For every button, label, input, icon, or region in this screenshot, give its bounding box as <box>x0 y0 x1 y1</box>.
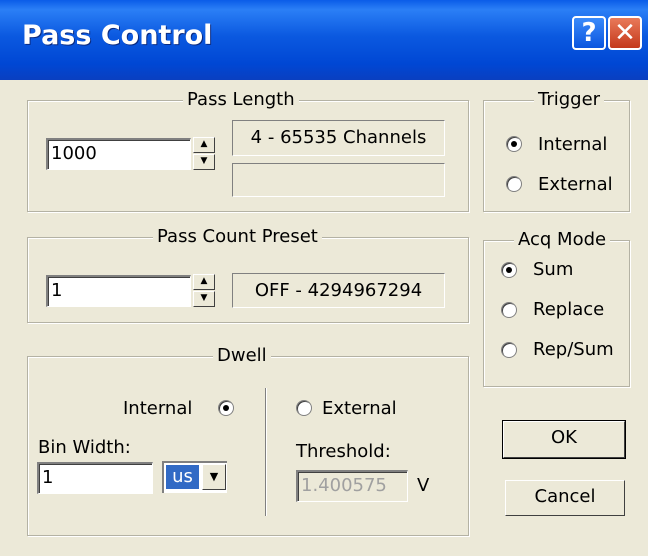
threshold-unit: V <box>417 475 430 496</box>
spin-up-icon[interactable]: ▲ <box>193 137 215 153</box>
acq-replace-radio[interactable] <box>501 302 517 318</box>
bin-width-unit-select[interactable]: us ▼ <box>162 461 227 493</box>
pass-length-input[interactable]: 1000 <box>46 138 191 170</box>
title-bar[interactable]: Pass Control ? ✕ <box>0 0 648 80</box>
dwell-external-radio[interactable] <box>296 400 312 416</box>
trigger-internal-radio[interactable] <box>506 136 522 152</box>
ok-button[interactable]: OK <box>502 420 626 459</box>
pass-count-input[interactable]: 1 <box>46 275 191 307</box>
bin-width-label: Bin Width: <box>38 437 131 458</box>
dwell-separator <box>265 388 267 516</box>
bin-width-input[interactable]: 1 <box>37 462 153 494</box>
acq-replace-label: Replace <box>533 299 605 320</box>
acq-repsum-radio[interactable] <box>501 342 517 358</box>
trigger-external-radio[interactable] <box>506 176 522 192</box>
chevron-down-icon[interactable]: ▼ <box>202 464 226 490</box>
spin-down-icon[interactable]: ▼ <box>193 154 215 170</box>
pass-count-spinner[interactable]: ▲ ▼ <box>193 274 215 308</box>
window-title: Pass Control <box>22 20 213 51</box>
spin-up-icon[interactable]: ▲ <box>193 274 215 290</box>
threshold-input[interactable]: 1.400575 <box>296 470 408 502</box>
dwell-internal-label: Internal <box>123 398 193 419</box>
dwell-internal-radio[interactable] <box>218 400 234 416</box>
pass-count-range: OFF - 4294967294 <box>232 273 445 308</box>
close-icon: ✕ <box>614 18 636 48</box>
cancel-button[interactable]: Cancel <box>505 480 625 516</box>
pass-length-range: 4 - 65535 Channels <box>232 120 445 156</box>
help-icon: ? <box>581 18 597 48</box>
pass-length-spinner[interactable]: ▲ ▼ <box>193 137 215 171</box>
trigger-legend: Trigger <box>534 88 605 112</box>
acq-repsum-label: Rep/Sum <box>533 339 614 360</box>
help-button[interactable]: ? <box>572 16 606 50</box>
acq-sum-label: Sum <box>533 259 574 280</box>
acq-mode-legend: Acq Mode <box>514 228 611 252</box>
threshold-label: Threshold: <box>296 441 391 462</box>
trigger-internal-label: Internal <box>538 134 608 155</box>
trigger-external-label: External <box>538 174 613 195</box>
pass-control-dialog: Pass Control ? ✕ Pass Length 1000 ▲ ▼ 4 … <box>0 0 648 556</box>
pass-length-legend: Pass Length <box>183 88 299 112</box>
pass-length-info <box>232 163 445 197</box>
pass-count-legend: Pass Count Preset <box>153 225 322 249</box>
spin-down-icon[interactable]: ▼ <box>193 291 215 307</box>
unit-value: us <box>165 464 200 490</box>
dwell-external-label: External <box>322 398 397 419</box>
acq-sum-radio[interactable] <box>501 262 517 278</box>
close-button[interactable]: ✕ <box>608 16 642 50</box>
dwell-legend: Dwell <box>213 344 271 368</box>
